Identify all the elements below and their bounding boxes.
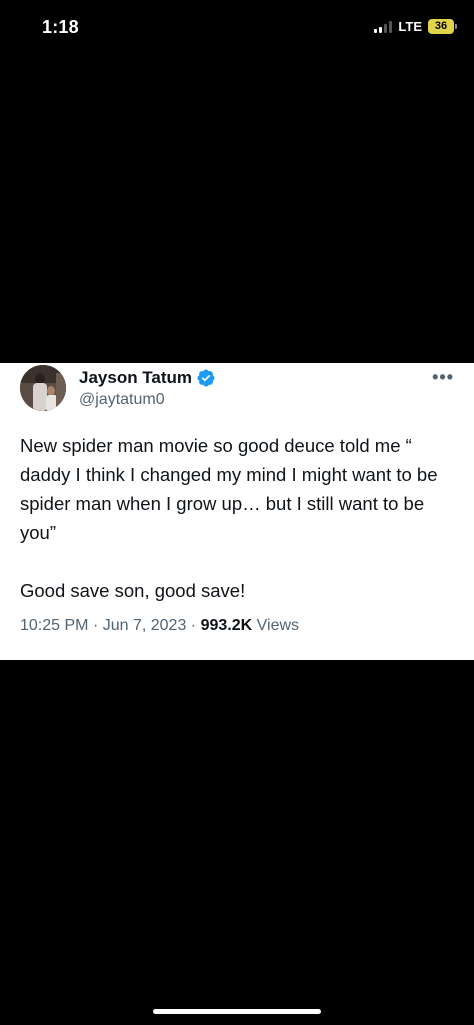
network-type: LTE: [398, 19, 422, 34]
tweet-time[interactable]: 10:25 PM: [20, 617, 88, 634]
author-name[interactable]: Jayson Tatum: [79, 368, 192, 388]
status-time: 1:18: [42, 17, 79, 37]
home-indicator[interactable]: [153, 1009, 321, 1014]
tweet-card[interactable]: Jayson Tatum @jaytatum0 ••• New spider m…: [0, 363, 474, 660]
author-name-row: Jayson Tatum: [79, 368, 216, 388]
signal-bars-icon: [374, 20, 393, 33]
tweet-text-paragraph: New spider man movie so good deuce told …: [20, 435, 438, 543]
tweet-text: New spider man movie so good deuce told …: [20, 431, 460, 605]
meta-separator: ·: [190, 617, 197, 634]
battery-icon: 36: [428, 19, 457, 34]
views-label: Views: [256, 617, 300, 634]
author-block[interactable]: Jayson Tatum @jaytatum0: [79, 368, 216, 409]
tweet-meta: 10:25 PM · Jun 7, 2023 · 993.2K Views: [20, 617, 299, 635]
more-options-icon[interactable]: •••: [432, 367, 454, 388]
avatar-image: [20, 365, 66, 411]
tweet-text-paragraph: Good save son, good save!: [20, 580, 246, 601]
author-handle[interactable]: @jaytatum0: [79, 391, 216, 409]
status-indicators: LTE 36: [374, 19, 457, 34]
tweet-date[interactable]: Jun 7, 2023: [103, 617, 187, 634]
meta-separator: ·: [92, 617, 99, 634]
views-count: 993.2K: [200, 617, 253, 634]
status-bar: 1:18 LTE 36: [0, 0, 474, 56]
avatar[interactable]: [20, 365, 66, 411]
verified-badge-icon: [197, 369, 215, 387]
